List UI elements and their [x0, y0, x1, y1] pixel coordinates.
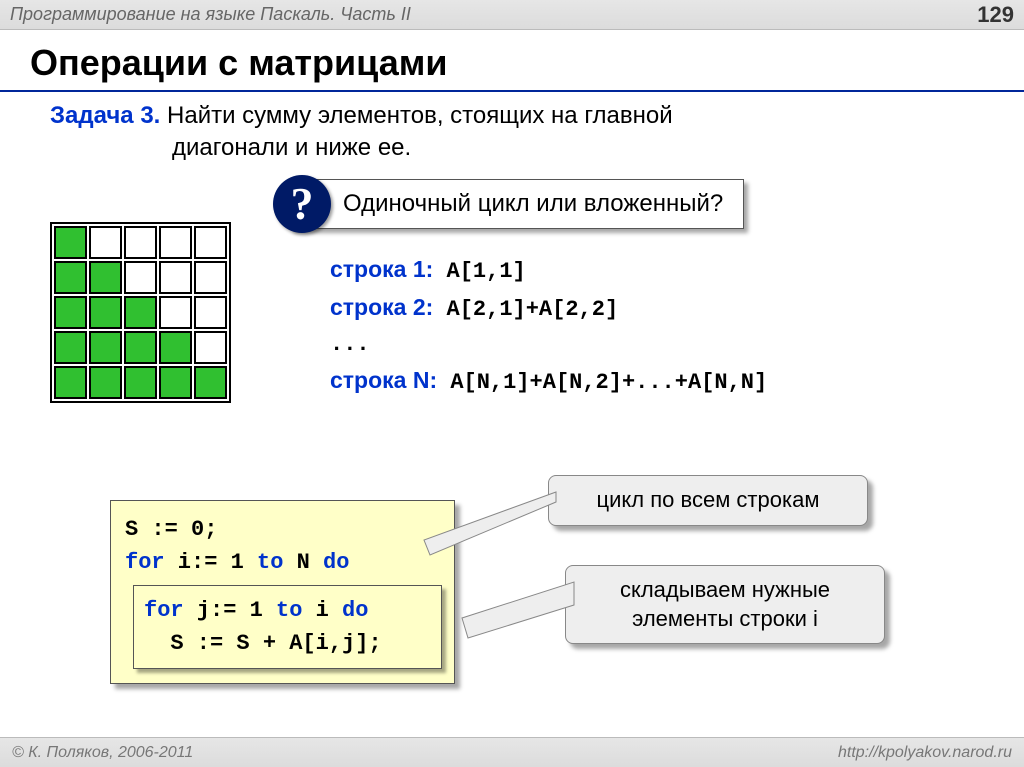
slide-footer: © К. Поляков, 2006-2011 http://kpolyakov… — [0, 737, 1024, 767]
pointer-1 — [0, 0, 1024, 767]
footer-url: http://kpolyakov.narod.ru — [838, 744, 1012, 762]
footer-copyright: © К. Поляков, 2006-2011 — [12, 744, 193, 762]
